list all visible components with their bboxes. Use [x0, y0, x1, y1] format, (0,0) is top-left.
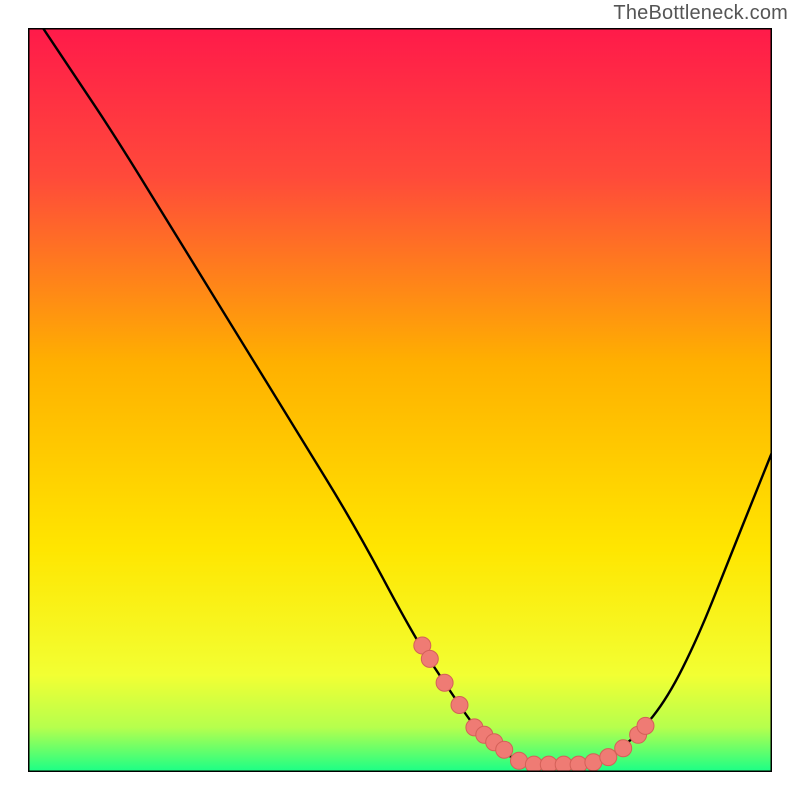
data-point	[570, 756, 587, 772]
data-point	[496, 741, 513, 758]
data-point	[600, 749, 617, 766]
gradient-background	[28, 28, 772, 772]
data-point	[511, 752, 528, 769]
watermark-text: TheBottleneck.com	[613, 2, 788, 25]
bottleneck-chart	[28, 28, 772, 772]
data-point	[421, 650, 438, 667]
data-point	[436, 674, 453, 691]
data-point	[637, 717, 654, 734]
data-point	[451, 697, 468, 714]
plot-area	[28, 28, 772, 772]
chart-container: TheBottleneck.com	[0, 0, 800, 800]
data-point	[615, 740, 632, 757]
